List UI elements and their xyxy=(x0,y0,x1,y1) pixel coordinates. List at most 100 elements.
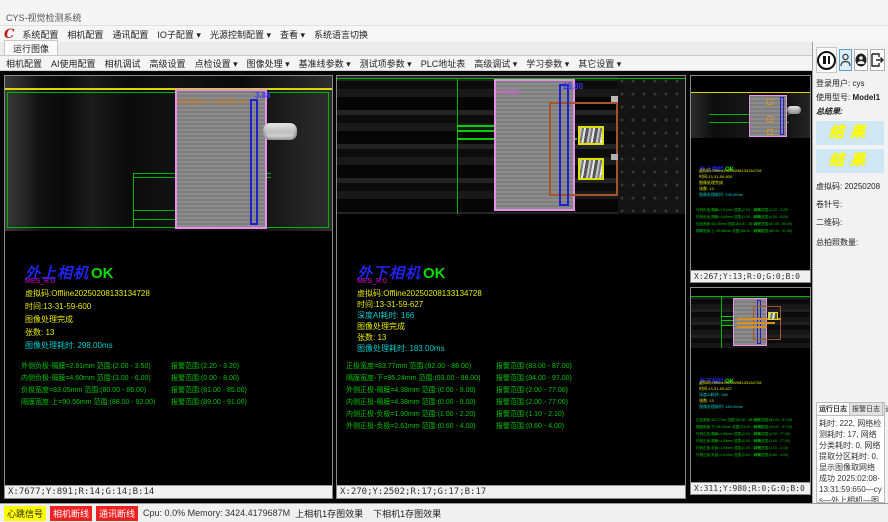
overlay-green-hline xyxy=(691,296,810,297)
menu-item[interactable]: 系统配置 xyxy=(22,28,58,41)
measurement-row: 内侧正极-隔膜=4.38mm 范围:(0.00 - 9.00) 报警范围:(2.… xyxy=(346,397,683,409)
toolbar-button[interactable]: 高级设置 xyxy=(150,57,186,70)
measurement-value: 外侧正极-负极=2.61mm 范围:(0.60 - 4.00) xyxy=(696,453,761,457)
measurement-value: 负极宽度=83.05mm 范围:(80.00 - 86.00) xyxy=(696,222,759,226)
overlay-tab-yellow-rect xyxy=(768,312,778,320)
log-tab[interactable]: 报警日志 xyxy=(850,403,883,415)
operator-icon xyxy=(855,53,867,67)
menu-item[interactable]: 相机配置 xyxy=(67,28,103,41)
bolt-mark xyxy=(611,154,618,160)
timestamp: 时间:13-31-59-600 xyxy=(25,301,91,312)
overlay-green-vline xyxy=(457,78,458,214)
result-text-area: 外上相机OK 虚拟码:Offline20250208133134728 时间:1… xyxy=(691,156,810,270)
menu-item[interactable]: 系统语言切换 xyxy=(314,28,368,41)
result-ok: OK xyxy=(91,265,114,282)
alarm-range: 报警范围:(1.10 - 2.10) xyxy=(496,409,564,419)
save-image-link[interactable]: 下相机1存图效果 xyxy=(373,507,441,520)
result-text-area: 外下相机OK 虚拟码:Offline20250208133134728 时间:1… xyxy=(691,368,810,482)
toolbar-button[interactable]: 高级调试 ▾ xyxy=(474,57,517,70)
alarm-range: 报警范围:(2.20 - 3.20) xyxy=(171,361,239,371)
login-user-value: cys xyxy=(852,79,864,88)
total-result-label: 总结果: xyxy=(816,107,885,117)
pixel-coordinate-bar: X:267;Y:13;R:0;G:0;B:0 xyxy=(691,270,810,282)
virtual-code-value: 20250208 xyxy=(844,182,880,191)
pause-button[interactable] xyxy=(816,47,837,73)
toolbar-button[interactable]: 学习参数 ▾ xyxy=(526,57,569,70)
alarm-range: 报警范围:(81.00 - 85.00) xyxy=(754,222,792,227)
ai-area-label: AI检测区 xyxy=(496,90,520,96)
toolbar-button[interactable]: 点检设置 ▾ xyxy=(195,57,238,70)
toolbar-button[interactable]: PLC地址表 xyxy=(421,57,466,70)
camera-image-lower-outer[interactable]: AI检测区 23.80 xyxy=(337,76,685,258)
menu-items: 系统配置相机配置通讯配置 IO子配置 ▾ 光源控制配置 ▾ 查看 ▾ 系统语言切换 xyxy=(22,28,377,41)
ai-elapsed: 深度AI耗时: 166 xyxy=(357,310,414,321)
cpu-memory-text: Cpu: 0.0% Memory: 3424.4179687M xyxy=(143,508,290,518)
toolbar-button[interactable]: 图像处理 ▾ xyxy=(247,57,290,70)
save-image-link[interactable]: 上相机1存图效果 xyxy=(295,507,363,520)
toolbar-button[interactable]: 测试项参数 ▾ xyxy=(360,57,412,70)
camera-panel-mini-bottom: 外下相机OK 虚拟码:Offline20250208133134728 时间:1… xyxy=(690,287,811,495)
timestamp: 时间:13-31-59-627 xyxy=(357,299,423,310)
statusbar-links: 上相机1存图效果下相机1存图效果 xyxy=(295,507,441,520)
frame-count: 张数: 13 xyxy=(25,327,54,338)
process-elapsed: 图像处理耗时: 183.00ms xyxy=(357,343,445,354)
mes-status: MES_R:0 xyxy=(25,278,55,285)
process-done: 图像处理完成 xyxy=(25,314,73,325)
camera-photo-right xyxy=(618,76,685,214)
alarm-range: 报警范围:(89.00 - 91.00) xyxy=(171,397,247,407)
user-icon xyxy=(840,53,851,67)
menubar: C 系统配置相机配置通讯配置IO子配置 ▾光源控制配置 ▾查看 ▾系统语言切换 xyxy=(0,26,888,42)
menu-item[interactable]: 查看 ▾ xyxy=(280,28,305,41)
alarm-range: 报警范围:(2.00 - 77.00) xyxy=(496,397,568,407)
measurement-list: 正极宽度=83.77mm 范围:(82.00 - 88.00) 报警范围:(83… xyxy=(696,418,808,460)
virtual-code: 虚拟码:Offline20250208133134728 xyxy=(25,288,150,299)
app-window: CYS-视觉检测系统 C 系统配置相机配置通讯配置IO子配置 ▾光源控制配置 ▾… xyxy=(0,0,888,522)
bolt-mark xyxy=(611,96,618,102)
menu-item[interactable]: 光源控制配置 ▾ xyxy=(210,28,271,41)
result-text-area: 外下相机OK MES_R:0 虚拟码:Offline20250208133134… xyxy=(337,258,685,485)
alarm-range: 报警范围:(2.00 - 77.00) xyxy=(496,385,568,395)
toolbar-button[interactable]: 其它设置 ▾ xyxy=(578,57,621,70)
measurement-value: 外侧负极-隔膜=2.91mm 范围:(2.00 - 3.50) xyxy=(696,208,761,212)
measurement-row: 内侧正极-负极=1.90mm 范围:(1.00 - 2.20) 报警范围:(1.… xyxy=(696,446,808,453)
measurement-value: 内侧负极-隔膜=4.60mm 范围:(3.00 - 6.00) xyxy=(696,215,761,219)
log-tab[interactable]: 运行日志 xyxy=(817,403,850,415)
measurement-row: 隔膜宽度-上=90.56mm 范围:(88.00 - 92.00) 报警范围:(… xyxy=(696,229,808,236)
toolbar-button[interactable]: 基准线参数 ▾ xyxy=(299,57,351,70)
process-elapsed: 图像处理耗时: 298.00ms xyxy=(25,340,113,351)
measurement-value: 内侧正极-负极=1.90mm 范围:(1.00 - 2.20) xyxy=(346,411,476,418)
measurement-value: 内侧负极-隔膜=4.60mm 范围:(3.00 - 6.00) xyxy=(21,375,151,382)
overlay-orange-mark xyxy=(767,116,773,122)
camera-image-mini-top[interactable] xyxy=(691,76,810,156)
menu-item[interactable]: 通讯配置 xyxy=(112,28,148,41)
camera-panel-mini-top: 外上相机OK 虚拟码:Offline20250208133134728 时间:1… xyxy=(690,75,811,283)
overlay-orange-mark xyxy=(767,99,773,105)
exit-button[interactable] xyxy=(870,49,885,71)
alarm-range: 报警范围:(1.10 - 2.10) xyxy=(754,446,788,451)
measurement-value: 外侧正极-隔膜=4.38mm 范围:(0.00 - 9.00) xyxy=(346,387,476,394)
measurement-row: 外侧负极-隔膜=2.91mm 范围:(2.00 - 3.50) 报警范围:(2.… xyxy=(21,361,330,373)
user-switch-button[interactable] xyxy=(839,49,852,71)
alarm-range: 报警范围:(0.60 - 4.00) xyxy=(754,453,788,458)
log-text[interactable]: 耗时: 222, 网络检测耗时: 17, 网络分类耗时: 0, 网络提取分区耗时… xyxy=(816,415,885,503)
log-tab[interactable]: 通讯日志 xyxy=(883,403,888,415)
workspace: 固定阈值:93, 动态阈值:100 3.88 外上相机OK MES_R:0 虚拟… xyxy=(0,71,812,503)
camera-image-upper-outer[interactable]: 固定阈值:93, 动态阈值:100 3.88 xyxy=(5,76,332,258)
result-ok: OK xyxy=(423,265,446,282)
toolbar-button[interactable]: 相机配置 xyxy=(6,57,42,70)
threshold-label: 固定阈值:93, 动态阈值:100 xyxy=(177,100,248,106)
menu-item[interactable]: IO子配置 ▾ xyxy=(157,28,201,41)
electrode-tab-blob xyxy=(263,123,297,140)
measurement-list: 外侧负极-隔膜=2.91mm 范围:(2.00 - 3.50) 报警范围:(2.… xyxy=(696,208,808,236)
measurement-row: 外侧正极-隔膜=4.38mm 范围:(0.00 - 9.00) 报警范围:(2.… xyxy=(696,432,808,439)
result-box-1: 结果 xyxy=(816,121,884,145)
toolbar-button[interactable]: AI使用配置 xyxy=(51,57,96,70)
camera-image-mini-bottom[interactable] xyxy=(691,288,810,368)
measurement-value: 外侧正极-负极=2.61mm 范围:(0.60 - 4.00) xyxy=(346,423,476,430)
tab-run-image[interactable]: 运行图像 xyxy=(4,40,58,55)
measurement-row: 隔膜宽度-下=95.24mm 范围:(93.00 - 98.00) 报警范围:(… xyxy=(346,373,683,385)
operator-button[interactable] xyxy=(854,49,868,71)
overlay-measure-blue-rect xyxy=(780,97,784,135)
measurement-value: 正极宽度=83.77mm 范围:(82.00 - 88.00) xyxy=(696,418,759,422)
toolbar-button[interactable]: 相机调试 xyxy=(105,57,141,70)
